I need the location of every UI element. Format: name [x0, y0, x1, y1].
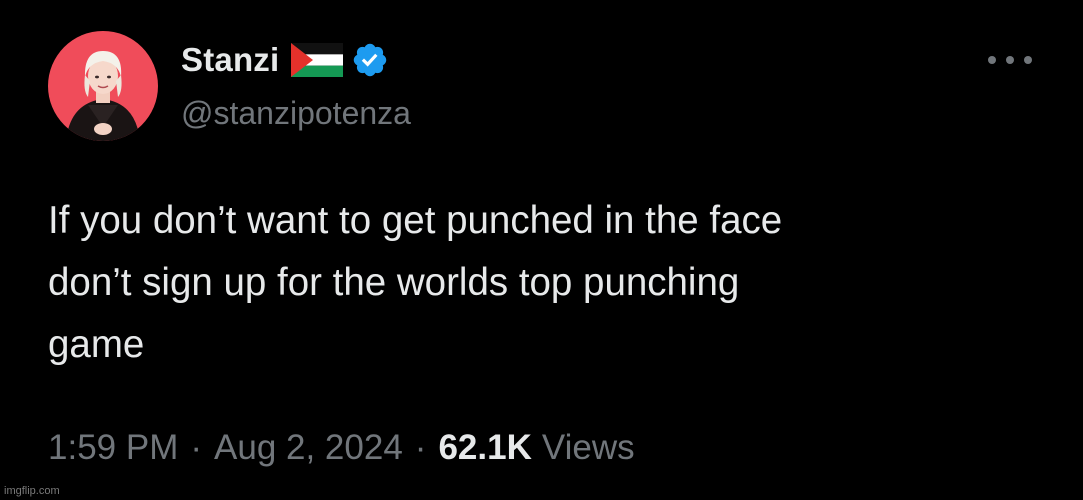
author-name-row: Stanzi	[181, 38, 389, 82]
avatar[interactable]	[48, 31, 158, 141]
meta-separator: ·	[190, 428, 203, 467]
avatar-image	[48, 31, 158, 141]
tweet-time[interactable]: 1:59 PM	[48, 428, 178, 468]
more-dot	[1006, 56, 1014, 64]
more-dot	[1024, 56, 1032, 64]
more-options-icon[interactable]	[988, 50, 1032, 70]
tweet-text-line: don’t sign up for the worlds top punchin…	[48, 261, 740, 304]
palestine-flag-icon	[291, 43, 344, 77]
tweet-text: If you don’t want to get punched in the …	[48, 190, 1028, 376]
views-label: Views	[541, 428, 635, 467]
watermark: imgflip.com	[4, 485, 60, 497]
views-count: 62.1K	[438, 428, 532, 467]
tweet-date[interactable]: Aug 2, 2024	[214, 428, 403, 468]
tweet-text-line: If you don’t want to get punched in the …	[48, 199, 783, 242]
author-handle[interactable]: @stanzipotenza	[181, 95, 411, 132]
more-dot	[988, 56, 996, 64]
tweet-meta: 1:59 PM · Aug 2, 2024 · 62.1K Views	[48, 428, 635, 468]
tweet-card: Stanzi @stanzipotenza If you don’t want …	[0, 0, 1083, 500]
tweet-text-line: game	[48, 323, 145, 366]
meta-separator: ·	[414, 428, 427, 467]
display-name[interactable]: Stanzi	[181, 41, 279, 79]
verified-badge-icon[interactable]	[351, 41, 389, 79]
